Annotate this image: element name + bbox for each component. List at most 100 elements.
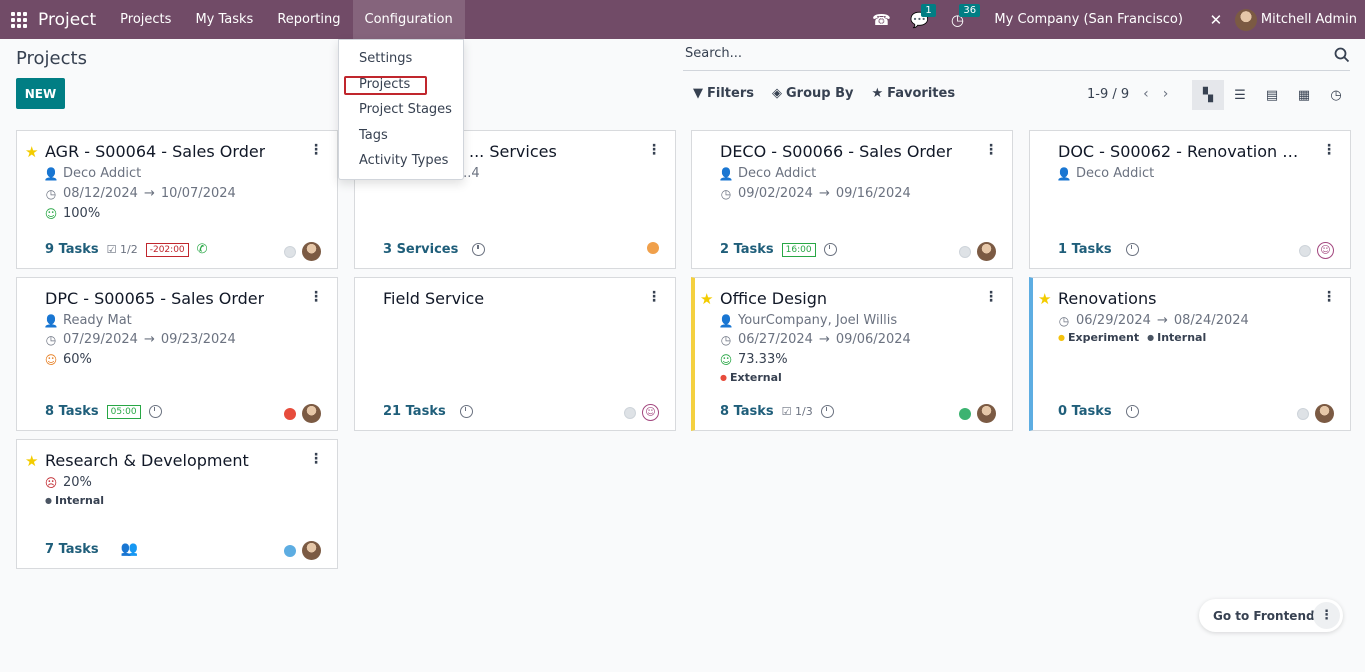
nav-projects[interactable]: Projects [108, 0, 183, 39]
card-menu-icon[interactable]: ⋮ [984, 289, 998, 305]
go-to-frontend-button[interactable]: Go to Frontend ⋮ [1199, 599, 1343, 632]
status-dot[interactable] [1299, 244, 1311, 257]
project-card[interactable]: ★ AGR - S00064 - Sales Order ⋮ 👤 Deco Add… [16, 130, 338, 269]
page-title: Projects [16, 48, 87, 69]
card-menu-icon[interactable]: ⋮ [1322, 289, 1336, 305]
card-footer: 0 Tasks [1058, 404, 1139, 419]
date-start: 09/02/2024 [738, 186, 813, 201]
project-card[interactable]: DPC - S00065 - Sales Order ⋮ 👤 Ready Mat … [16, 277, 338, 431]
activity-clock-icon[interactable] [148, 405, 162, 418]
project-card[interactable]: ★ Renovations ⋮ ◷ 06/29/2024 → 08/24/2024 E… [1029, 277, 1351, 431]
new-button[interactable]: NEW [16, 78, 65, 109]
pager-value[interactable]: 1-9 / 9 [1087, 87, 1129, 102]
card-menu-icon[interactable]: ⋮ [984, 142, 998, 158]
tasks-link[interactable]: 8 Tasks [45, 404, 99, 419]
unassigned-avatar-icon[interactable]: ☺ [1317, 242, 1334, 259]
tasks-link[interactable]: 9 Tasks [45, 242, 99, 257]
status-dot[interactable] [1297, 407, 1309, 420]
tags-list: External [720, 371, 782, 384]
avatar[interactable] [302, 242, 321, 261]
card-menu-icon[interactable]: ⋮ [1322, 142, 1336, 158]
activity-clock-icon[interactable] [823, 243, 837, 256]
project-card[interactable]: Field Service ⋮ 21 Tasks ☺ [354, 277, 676, 431]
status-dot[interactable] [284, 245, 296, 258]
apps-menu-icon[interactable] [11, 11, 27, 28]
status-dot[interactable] [647, 242, 659, 254]
favorites-button[interactable]: ★ Favorites [871, 86, 955, 101]
card-menu-icon[interactable]: ⋮ [647, 142, 661, 158]
activity-view-icon[interactable]: ◷ [1320, 80, 1352, 110]
dropdown-item-settings[interactable]: Settings [359, 51, 412, 66]
list-view-icon[interactable]: ☰ [1224, 80, 1256, 110]
tasks-link[interactable]: 0 Tasks [1058, 404, 1112, 419]
card-menu-icon[interactable]: ⋮ [309, 451, 323, 467]
favorite-star-icon[interactable]: ★ [25, 452, 38, 470]
activity-clock-icon[interactable] [472, 243, 486, 256]
activity-clock-icon[interactable]: ◷ 36 [948, 3, 981, 29]
favorite-star-icon[interactable]: ★ [700, 290, 713, 308]
timer-badge: 16:00 [781, 242, 816, 257]
project-card[interactable]: DOC - S00062 - Renovation Architect ⋮ 👤 D… [1029, 130, 1351, 269]
project-title: DECO - S00066 - Sales Order [720, 142, 953, 161]
team-activity-icon[interactable]: 👥 [121, 541, 138, 557]
favorite-star-icon[interactable]: ★ [25, 143, 38, 161]
company-switcher[interactable]: My Company (San Francisco) [994, 12, 1182, 27]
kanban-view-icon[interactable]: ▚ [1192, 80, 1224, 110]
phone-icon[interactable]: ☎ [872, 11, 891, 29]
nav-my-tasks[interactable]: My Tasks [183, 0, 265, 39]
project-card[interactable]: ★ Research & Development ⋮ ☹ 20% Internal… [16, 439, 338, 569]
search-input[interactable] [685, 46, 1305, 61]
activity-clock-icon[interactable] [1125, 405, 1139, 418]
tasks-link[interactable]: 1 Tasks [1058, 242, 1112, 257]
activity-clock-icon[interactable] [1125, 243, 1139, 256]
dropdown-item-project-stages[interactable]: Project Stages [359, 102, 452, 117]
tasks-link[interactable]: 8 Tasks [720, 404, 774, 419]
tasks-link[interactable]: 3 Services [383, 242, 458, 257]
tasks-link[interactable]: 7 Tasks [45, 542, 99, 557]
status-dot[interactable] [959, 407, 971, 420]
project-card[interactable]: ★ Office Design ⋮ 👤 YourCompany, Joel Wil… [691, 277, 1013, 431]
project-card[interactable]: DECO - S00066 - Sales Order ⋮ 👤 Deco Addi… [691, 130, 1013, 269]
unassigned-avatar-icon[interactable]: ☺ [642, 404, 659, 421]
user-avatar[interactable] [1234, 8, 1257, 31]
card-status: ☺ [1299, 242, 1334, 259]
activity-clock-icon[interactable] [459, 405, 473, 418]
card-menu-icon[interactable]: ⋮ [309, 142, 323, 158]
calendar-view-icon[interactable]: ▦ [1288, 80, 1320, 110]
filters-button[interactable]: ▼ Filters [693, 86, 754, 101]
status-dot[interactable] [624, 406, 636, 419]
phone-activity-icon[interactable]: ✆ [197, 242, 208, 257]
kebab-menu-icon[interactable]: ⋮ [1313, 602, 1340, 629]
dropdown-item-tags[interactable]: Tags [359, 128, 388, 143]
card-menu-icon[interactable]: ⋮ [647, 289, 661, 305]
activity-clock-icon[interactable] [820, 405, 834, 418]
avatar[interactable] [1315, 404, 1334, 423]
pager-previous-icon[interactable]: ‹ [1143, 86, 1149, 102]
group-by-button[interactable]: ◈ Group By [772, 86, 853, 101]
tasks-link[interactable]: 21 Tasks [383, 404, 446, 419]
status-dot[interactable] [284, 407, 296, 420]
project-title: Office Design [720, 289, 828, 308]
status-dot[interactable] [284, 544, 296, 557]
avatar[interactable] [302, 541, 321, 560]
search-icon[interactable] [1334, 47, 1350, 63]
tasks-link[interactable]: 2 Tasks [720, 242, 774, 257]
avatar[interactable] [977, 242, 996, 261]
app-name[interactable]: Project [38, 10, 96, 30]
avatar[interactable] [302, 404, 321, 423]
health-value: 60% [63, 352, 92, 367]
pager-next-icon[interactable]: › [1163, 86, 1169, 102]
chat-icon[interactable]: 💬 1 [910, 3, 936, 29]
nav-configuration[interactable]: Configuration [352, 0, 465, 39]
avatar[interactable] [977, 404, 996, 423]
dropdown-item-activity-types[interactable]: Activity Types [359, 153, 448, 168]
status-dot[interactable] [959, 245, 971, 258]
layers-icon: ◈ [771, 86, 782, 101]
tools-icon[interactable]: ✕ [1207, 11, 1225, 29]
nav-reporting[interactable]: Reporting [265, 0, 352, 39]
user-menu[interactable]: Mitchell Admin [1261, 12, 1357, 27]
gantt-view-icon[interactable]: ▤ [1256, 80, 1288, 110]
favorite-star-icon[interactable]: ★ [1038, 290, 1051, 308]
card-menu-icon[interactable]: ⋮ [309, 289, 323, 305]
dropdown-item-projects[interactable]: Projects [359, 77, 410, 92]
